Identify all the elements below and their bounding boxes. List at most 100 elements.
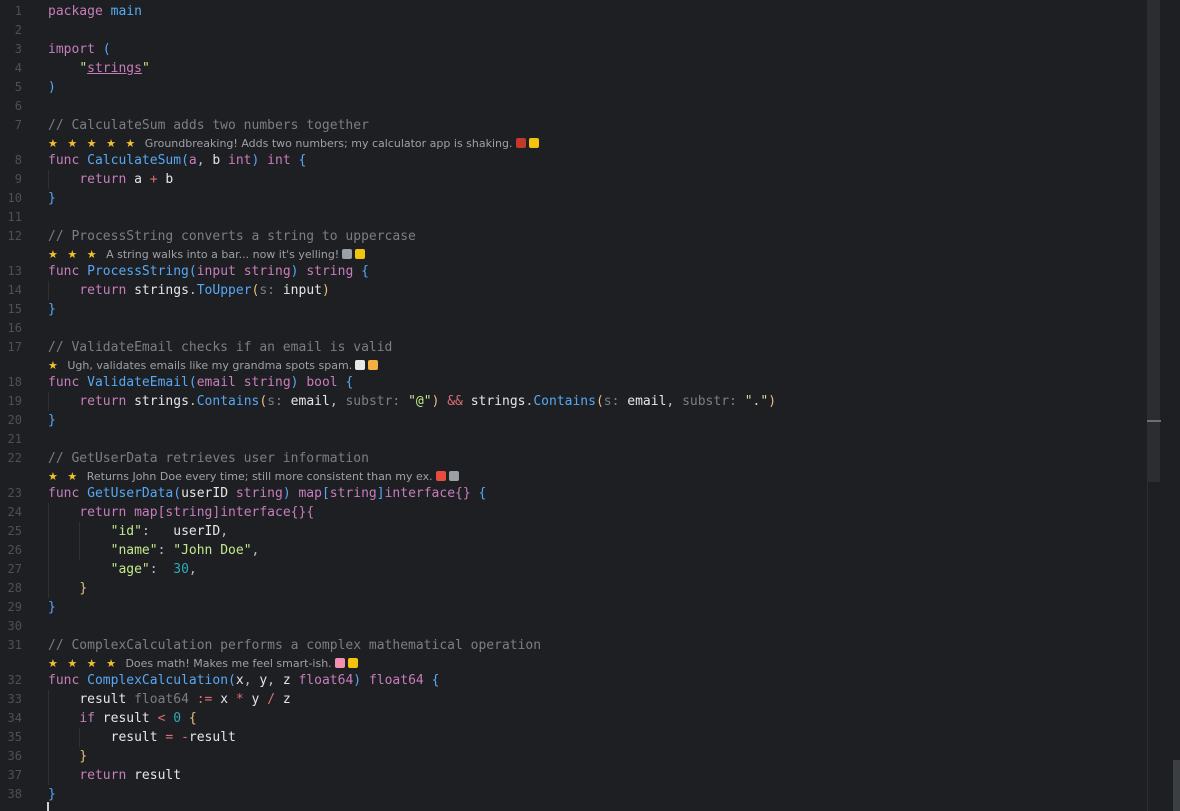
star-rating-icon: ★ ★ bbox=[48, 470, 87, 483]
line-number: 5 bbox=[14, 80, 22, 94]
line-number: 24 bbox=[7, 505, 22, 519]
line-number: 31 bbox=[7, 638, 22, 652]
emoji-icon bbox=[355, 249, 366, 259]
indent-guide bbox=[48, 690, 49, 785]
emoji-icon bbox=[334, 658, 345, 668]
inlay-text: Groundbreaking! Adds two numbers; my cal… bbox=[144, 137, 513, 150]
emoji-icon bbox=[347, 658, 358, 668]
right-tool-strip[interactable] bbox=[1161, 0, 1180, 811]
indent-guide bbox=[48, 503, 49, 598]
code-line[interactable]: // CalculateSum adds two numbers togethe… bbox=[48, 116, 369, 135]
indent-guide bbox=[48, 170, 49, 189]
line-number: 27 bbox=[7, 562, 22, 576]
line-number: 29 bbox=[7, 600, 22, 614]
line-number: 11 bbox=[7, 210, 22, 224]
emoji-icon bbox=[528, 138, 539, 148]
inlay-review-hint[interactable]: ★ ★ ★ ★ ★ Groundbreaking! Adds two numbe… bbox=[48, 135, 539, 153]
code-line[interactable]: // GetUserData retrieves user informatio… bbox=[48, 449, 369, 468]
line-number: 14 bbox=[7, 283, 22, 297]
star-rating-icon: ★ bbox=[48, 359, 68, 372]
line-number: 1 bbox=[14, 4, 22, 18]
indent-guide bbox=[48, 392, 49, 411]
inlay-review-hint[interactable]: ★ ★ ★ ★ Does math! Makes me feel smart-i… bbox=[48, 655, 358, 673]
code-line[interactable]: "id": userID, bbox=[48, 522, 228, 541]
line-number: 8 bbox=[14, 153, 22, 167]
horizontal-scroll-thumb[interactable] bbox=[1173, 760, 1180, 811]
line-number: 36 bbox=[7, 749, 22, 763]
code-line[interactable]: return result bbox=[48, 766, 181, 785]
line-number: 33 bbox=[7, 692, 22, 706]
emoji-icon bbox=[435, 471, 446, 481]
emoji-icon bbox=[368, 360, 379, 370]
emoji-icon bbox=[355, 360, 366, 370]
scroll-position-marker bbox=[1147, 420, 1161, 422]
line-number: 3 bbox=[14, 42, 22, 56]
code-line[interactable]: func GetUserData(userID string) map[stri… bbox=[48, 484, 486, 503]
indent-guide bbox=[48, 281, 49, 300]
emoji-icon bbox=[515, 138, 526, 148]
line-number: 16 bbox=[7, 321, 22, 335]
code-line[interactable]: "strings" bbox=[48, 59, 149, 78]
line-number: 25 bbox=[7, 524, 22, 538]
line-number: 4 bbox=[14, 61, 22, 75]
code-line[interactable]: // ProcessString converts a string to up… bbox=[48, 227, 416, 246]
line-number: 2 bbox=[14, 23, 22, 37]
line-number: 28 bbox=[7, 581, 22, 595]
code-line[interactable]: return a + b bbox=[48, 170, 173, 189]
line-number: 23 bbox=[7, 486, 22, 500]
scrollbar-thumb[interactable] bbox=[1148, 0, 1160, 482]
code-line[interactable]: "age": 30, bbox=[48, 560, 197, 579]
line-number: 15 bbox=[7, 302, 22, 316]
code-line[interactable]: ) bbox=[48, 78, 56, 97]
code-line[interactable]: } bbox=[48, 300, 56, 319]
line-number: 32 bbox=[7, 673, 22, 687]
code-editor[interactable]: 1 2 3 4 5 6 7 8 9 10 11 12 13 14 15 16 17 18 19 20 21 22 23 24 2… bbox=[0, 0, 1147, 811]
inlay-text: Returns John Doe every time; still more … bbox=[86, 470, 433, 483]
line-number: 10 bbox=[7, 191, 22, 205]
inlay-review-hint[interactable]: ★ Ugh, validates emails like my grandma … bbox=[48, 357, 379, 375]
code-line[interactable]: } bbox=[48, 579, 87, 598]
code-line[interactable]: func ProcessString(input string) string … bbox=[48, 262, 369, 281]
code-line[interactable]: } bbox=[48, 747, 87, 766]
code-line[interactable]: } bbox=[48, 785, 56, 804]
emoji-icon bbox=[448, 471, 459, 481]
code-line[interactable]: } bbox=[48, 189, 56, 208]
code-line[interactable]: func ComplexCalculation(x, y, z float64)… bbox=[48, 671, 439, 690]
code-line[interactable]: // ComplexCalculation performs a complex… bbox=[48, 636, 541, 655]
line-number: 9 bbox=[14, 172, 22, 186]
text-cursor bbox=[47, 802, 49, 811]
line-number: 26 bbox=[7, 543, 22, 557]
code-line[interactable]: result float64 := x * y / z bbox=[48, 690, 290, 709]
indent-guide bbox=[79, 522, 80, 560]
code-line[interactable]: func CalculateSum(a, b int) int { bbox=[48, 151, 306, 170]
line-number-gutter[interactable]: 1 2 3 4 5 6 7 8 9 10 11 12 13 14 15 16 17 18 19 20 21 22 23 24 2… bbox=[0, 0, 30, 811]
code-line[interactable]: return map[string]interface{}{ bbox=[48, 503, 314, 522]
code-line[interactable]: return strings.Contains(s: email, substr… bbox=[48, 392, 776, 411]
line-number: 17 bbox=[7, 340, 22, 354]
line-number: 22 bbox=[7, 451, 22, 465]
line-number: 19 bbox=[7, 394, 22, 408]
star-rating-icon: ★ ★ ★ ★ bbox=[48, 657, 126, 670]
code-line[interactable]: // ValidateEmail checks if an email is v… bbox=[48, 338, 392, 357]
line-number: 6 bbox=[14, 99, 22, 113]
code-line[interactable]: return strings.ToUpper(s: input) bbox=[48, 281, 330, 300]
code-line[interactable]: if result < 0 { bbox=[48, 709, 196, 728]
star-rating-icon: ★ ★ ★ bbox=[48, 248, 107, 261]
inlay-text: Ugh, validates emails like my grandma sp… bbox=[67, 359, 353, 372]
code-line[interactable]: result = -result bbox=[48, 728, 236, 747]
line-number: 20 bbox=[7, 413, 22, 427]
indent-guide bbox=[79, 728, 80, 747]
code-line[interactable]: func ValidateEmail(email string) bool { bbox=[48, 373, 353, 392]
line-number: 18 bbox=[7, 375, 22, 389]
line-number: 37 bbox=[7, 768, 22, 782]
line-number: 13 bbox=[7, 264, 22, 278]
inlay-review-hint[interactable]: ★ ★ Returns John Doe every time; still m… bbox=[48, 468, 459, 486]
code-line[interactable]: } bbox=[48, 411, 56, 430]
line-number: 35 bbox=[7, 730, 22, 744]
code-line[interactable]: } bbox=[48, 598, 56, 617]
code-line[interactable]: package main bbox=[48, 2, 142, 21]
code-line[interactable]: import ( bbox=[48, 40, 111, 59]
emoji-icon bbox=[342, 249, 353, 259]
line-number: 21 bbox=[7, 432, 22, 446]
inlay-review-hint[interactable]: ★ ★ ★ A string walks into a bar... now i… bbox=[48, 246, 366, 264]
